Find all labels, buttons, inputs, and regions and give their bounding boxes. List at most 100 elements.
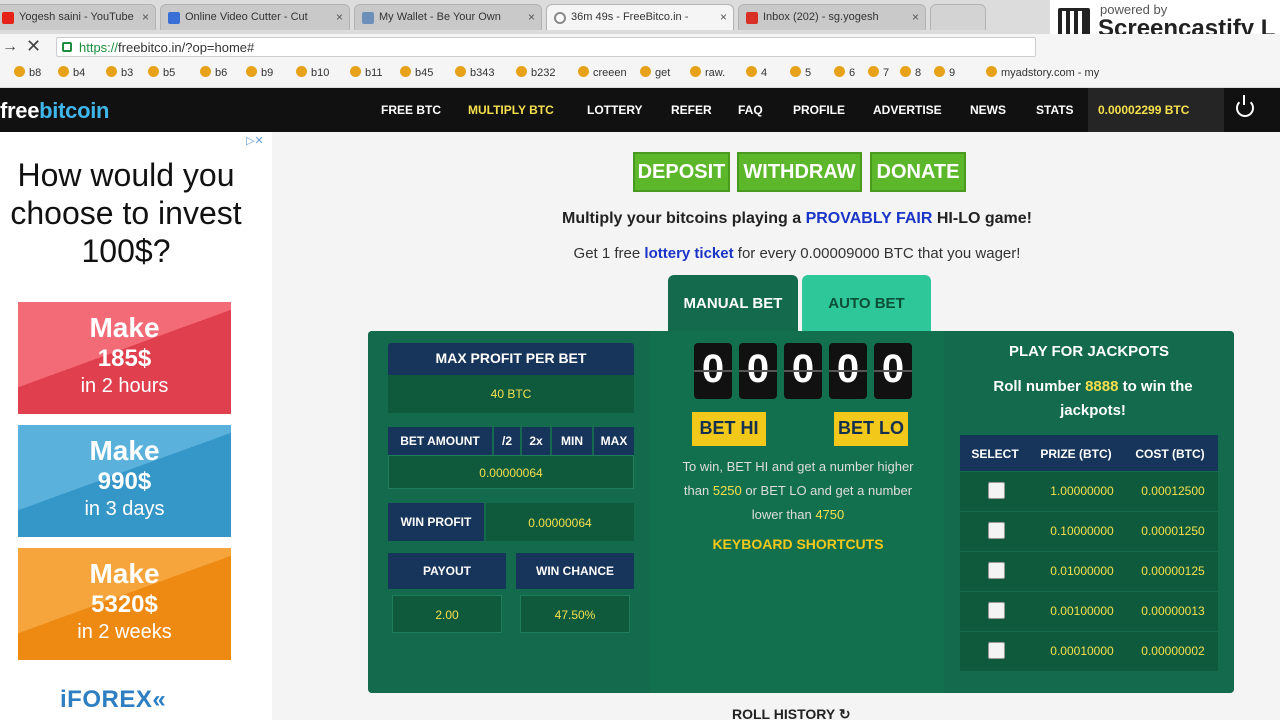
ad-brand-logo: iFOREX«	[60, 686, 166, 714]
bookmark-item[interactable]: 9	[934, 66, 955, 79]
close-icon[interactable]: ×	[142, 10, 149, 24]
url-field[interactable]: https://freebitco.in/?op=home#	[56, 37, 1036, 57]
double-bet-button[interactable]: 2x	[522, 427, 550, 455]
bet-panel: MAX PROFIT PER BET 40 BTC BET AMOUNT /2 …	[368, 331, 1234, 693]
jackpot-checkbox[interactable]	[988, 522, 1005, 539]
hi-threshold: 5250	[712, 483, 742, 498]
offer-verb: Make	[89, 435, 160, 466]
loading-icon	[554, 12, 566, 24]
advertisement[interactable]: ▷✕ How would you choose to invest 100$? …	[0, 132, 272, 720]
bookmark-item[interactable]: b343	[455, 66, 494, 79]
bet-hi-button[interactable]: BET HI	[692, 412, 766, 446]
provably-fair-link[interactable]: PROVABLY FAIR	[806, 210, 933, 227]
ad-offer-2[interactable]: Make 990$ in 3 days	[18, 425, 231, 537]
bookmark-item[interactable]: b45	[400, 66, 433, 79]
halve-bet-button[interactable]: /2	[494, 427, 520, 455]
jackpot-prize: 1.00000000	[1050, 484, 1114, 498]
bookmark-item[interactable]: 5	[790, 66, 811, 79]
tab-freebitcoin[interactable]: 36m 49s - FreeBitco.in - ×	[546, 4, 734, 30]
payout-input[interactable]: 2.00	[392, 595, 502, 633]
nav-refer[interactable]: REFER	[671, 103, 712, 117]
jackpot-checkbox[interactable]	[988, 642, 1005, 659]
site-logo[interactable]: freebitcoin	[0, 98, 109, 124]
bookmark-item[interactable]: b10	[296, 66, 329, 79]
new-tab-button[interactable]	[930, 4, 986, 30]
nav-lottery[interactable]: LOTTERY	[587, 103, 643, 117]
bookmark-item[interactable]: b11	[350, 66, 383, 79]
tab-auto-bet[interactable]: AUTO BET	[802, 275, 931, 331]
bookmark-item[interactable]: 4	[746, 66, 767, 79]
nav-faq[interactable]: FAQ	[738, 103, 763, 117]
url-scheme: https://	[79, 40, 119, 55]
bookmark-item[interactable]: b4	[58, 66, 85, 79]
bookmark-item[interactable]: raw.	[690, 66, 725, 79]
bookmark-item[interactable]: b232	[516, 66, 555, 79]
video-cutter-icon	[168, 12, 180, 24]
nav-multiply-btc[interactable]: MULTIPLY BTC	[468, 103, 554, 117]
max-bet-button[interactable]: MAX	[594, 427, 634, 455]
bookmark-item[interactable]: myadstory.com - my	[986, 66, 1099, 79]
jackpot-checkbox[interactable]	[988, 482, 1005, 499]
forward-arrow-icon[interactable]: →	[2, 38, 18, 56]
win-chance-input[interactable]: 47.50%	[520, 595, 630, 633]
tab-youtube[interactable]: Yogesh saini - YouTube ×	[0, 4, 156, 30]
jackpot-checkbox[interactable]	[988, 562, 1005, 579]
bookmark-item[interactable]: get	[640, 66, 670, 79]
ad-offer-3[interactable]: Make 5320$ in 2 weeks	[18, 548, 231, 660]
close-icon[interactable]: ×	[720, 10, 727, 24]
bookmark-label: raw.	[705, 67, 726, 79]
nav-stats[interactable]: STATS	[1036, 103, 1074, 117]
tab-gmail[interactable]: Inbox (202) - sg.yogesh ×	[738, 4, 926, 30]
power-icon[interactable]	[1236, 95, 1254, 117]
rules-text: than	[683, 483, 713, 498]
bookmark-item[interactable]: 7	[868, 66, 889, 79]
rules-line-2: than 5250 or BET LO and get a number	[660, 479, 936, 503]
ad-offer-1[interactable]: Make 185$ in 2 hours	[18, 302, 231, 414]
main-content: DEPOSIT WITHDRAW DONATE Multiply your bi…	[272, 132, 1280, 720]
bookmark-item[interactable]: b6	[200, 66, 227, 79]
nav-advertise[interactable]: ADVERTISE	[873, 103, 942, 117]
tab-manual-bet[interactable]: MANUAL BET	[668, 275, 798, 331]
roll-history-heading[interactable]: ROLL HISTORY ↻	[732, 706, 851, 720]
bookmark-icon	[640, 66, 651, 77]
bookmark-item[interactable]: b5	[148, 66, 175, 79]
nav-profile[interactable]: PROFILE	[793, 103, 845, 117]
offer-amount: 185$	[97, 345, 152, 372]
bet-settings: MAX PROFIT PER BET 40 BTC BET AMOUNT /2 …	[368, 331, 650, 693]
jackpot-cost: 0.00000013	[1141, 604, 1205, 618]
logo-text-free: free	[0, 98, 40, 123]
close-icon[interactable]: ×	[528, 10, 535, 24]
min-bet-button[interactable]: MIN	[552, 427, 592, 455]
wallet-icon	[362, 12, 374, 24]
bookmark-item[interactable]: 8	[900, 66, 921, 79]
bookmark-label: b45	[415, 67, 434, 79]
lottery-ticket-link[interactable]: lottery ticket	[644, 245, 733, 262]
bookmark-item[interactable]: b3	[106, 66, 133, 79]
nav-news[interactable]: NEWS	[970, 103, 1006, 117]
close-icon[interactable]: ×	[912, 10, 919, 24]
bet-amount-input[interactable]: 0.00000064	[388, 455, 634, 489]
nav-free-btc[interactable]: FREE BTC	[381, 103, 441, 117]
jackpot-checkbox[interactable]	[988, 602, 1005, 619]
close-icon[interactable]: ×	[336, 10, 343, 24]
bookmark-item[interactable]: 6	[834, 66, 855, 79]
tab-wallet[interactable]: My Wallet - Be Your Own ×	[354, 4, 542, 30]
tab-video-cutter[interactable]: Online Video Cutter - Cut ×	[160, 4, 350, 30]
bet-lo-button[interactable]: BET LO	[834, 412, 908, 446]
bookmark-label: b10	[311, 67, 330, 79]
adchoices-icon[interactable]: ▷✕	[246, 134, 264, 147]
bookmark-item[interactable]: b8	[14, 66, 41, 79]
deposit-button[interactable]: DEPOSIT	[633, 152, 730, 192]
col-header-cost: COST (BTC)	[1122, 435, 1218, 471]
bookmark-item[interactable]: creeen	[578, 66, 627, 79]
keyboard-shortcuts-link[interactable]: KEYBOARD SHORTCUTS	[660, 536, 936, 552]
donate-button[interactable]: DONATE	[870, 152, 966, 192]
withdraw-button[interactable]: WITHDRAW	[737, 152, 862, 192]
rules-text: lower than	[751, 507, 816, 522]
stop-loading-icon[interactable]: ✕	[26, 36, 41, 57]
bookmark-icon	[106, 66, 117, 77]
jackpot-row: 0.01000000 0.00000125	[960, 551, 1218, 591]
bookmark-icon	[690, 66, 701, 77]
bookmark-item[interactable]: b9	[246, 66, 273, 79]
bookmark-label: b11	[365, 67, 383, 79]
